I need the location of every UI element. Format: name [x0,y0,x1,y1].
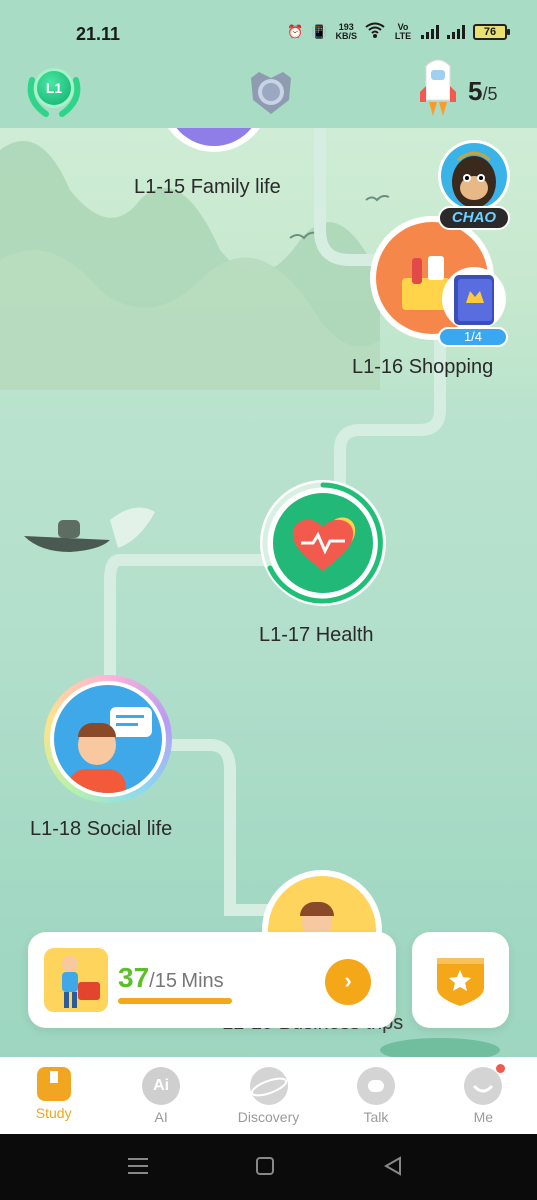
chat-icon [356,1067,395,1105]
lesson-label-17: L1-17 Health [259,624,374,646]
lesson-progress-pill: 1/4 [438,327,508,347]
back-nav-icon[interactable] [383,1156,401,1176]
menu-nav-icon[interactable] [128,1158,148,1174]
study-minutes: 37/15 Mins [118,962,224,993]
lesson-node-17[interactable] [260,480,386,606]
lesson-label-16: L1-16 Shopping [352,356,494,378]
level-coin: L1 [34,68,74,108]
alarm-icon: ⏰ [287,23,304,39]
system-nav-bar [0,1134,537,1200]
top-header: 21.11 ⏰ 📳 193 KB/S Vo LTE 76 L1 5/5 [0,0,537,128]
network-speed: 193 KB/S [335,21,357,41]
daily-study-card[interactable]: 37/15 Mins › [28,932,396,1028]
bottom-tab-bar: Study Ai AI Discovery Talk Me [0,1057,537,1134]
signal-icon-2 [447,24,465,39]
ai-icon: Ai [142,1067,181,1105]
tab-me[interactable]: Me [430,1057,537,1134]
social-avatar-icon [54,685,162,793]
book-icon [36,1067,71,1101]
signal-icon-1 [421,24,439,39]
star-shield-icon [437,958,484,1006]
study-progress-bar [118,998,232,1004]
battery-indicator: 76 [473,23,510,40]
tab-study[interactable]: Study [0,1057,107,1134]
monkey-avatar-icon [438,140,510,212]
achievements-card[interactable] [412,932,509,1028]
medal-icon[interactable] [247,70,295,116]
home-nav-icon[interactable] [256,1157,274,1175]
smile-icon [464,1064,506,1105]
wifi-icon [365,22,385,41]
stars-counter: 5/5 [468,76,498,106]
tab-ai[interactable]: Ai AI [107,1057,214,1134]
rocket-icon[interactable] [418,56,458,118]
chevron-right-icon[interactable]: › [325,959,371,1005]
level-badge[interactable]: L1 [24,66,84,118]
notification-dot [496,1064,506,1073]
tab-talk[interactable]: Talk [322,1057,429,1134]
lesson-node-18[interactable] [44,675,172,803]
traveler-thumbnail [44,948,108,1012]
vibrate-icon: 📳 [311,23,328,39]
tab-discovery[interactable]: Discovery [215,1057,322,1134]
status-time: 21.11 [76,24,121,44]
planet-icon [249,1067,288,1105]
lesson-label-15: L1-15 Family life [134,176,281,198]
mascot-name-tag: CHAO [438,206,510,230]
lesson-label-18: L1-18 Social life [30,818,173,840]
heart-icon [273,493,373,593]
book-icon [442,267,506,331]
volte-indicator: Vo LTE [394,21,412,41]
status-icons: ⏰ 📳 193 KB/S Vo LTE 76 [287,21,510,41]
